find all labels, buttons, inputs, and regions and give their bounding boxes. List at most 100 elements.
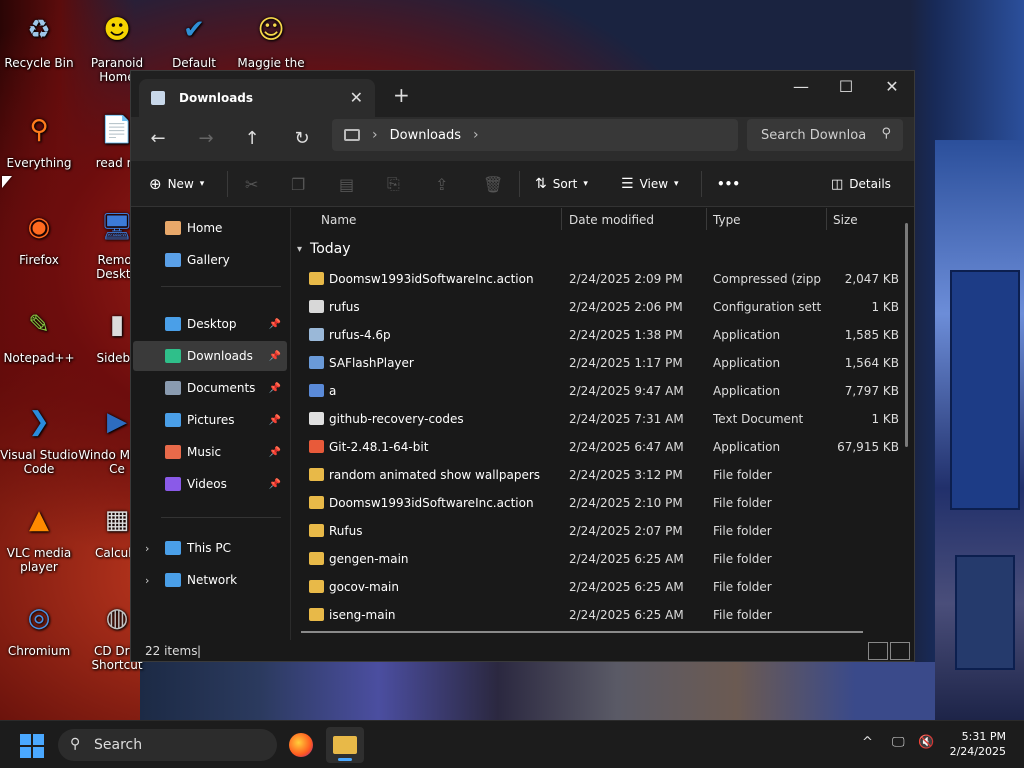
tab-close-icon[interactable]: ✕ [350,88,363,107]
file-row[interactable]: Doomsw1993idSoftwareInc.action 2/24/2025 … [299,265,903,293]
vertical-scrollbar[interactable] [905,223,908,447]
column-divider[interactable] [561,208,562,230]
file-date: 2/24/2025 7:31 AM [569,412,684,426]
desktop-icon[interactable]: ♻ Recycle Bin [0,8,78,70]
refresh-button[interactable]: ↻ [287,125,317,153]
wallpaper-tardis [950,270,1020,510]
clock-time: 5:31 PM [961,730,1006,743]
details-view-button[interactable] [868,642,888,660]
file-row[interactable]: github-recovery-codes 2/24/2025 7:31 AM Te… [299,405,903,433]
nav-item[interactable]: Gallery [133,245,287,275]
file-row[interactable]: SAFlashPlayer 2/24/2025 1:17 PM Applicatio… [299,349,903,377]
group-header-today[interactable]: ▾ Today [297,241,351,257]
tab-title: Downloads [179,91,254,105]
chevron-right-icon[interactable]: › [372,127,378,143]
large-icons-view-button[interactable] [890,642,910,660]
cut-button[interactable]: ✂ [245,173,258,195]
nav-item[interactable]: Pictures 📌 [133,405,287,435]
folder-icon [165,221,181,235]
desktop-icon-label: Recycle Bin [4,56,74,70]
desktop-icon[interactable]: ◎ Chromium [0,596,78,658]
file-row[interactable]: Git-2.48.1-64-bit 2/24/2025 6:47 AM Applic… [299,433,903,461]
file-row[interactable]: a 2/24/2025 9:47 AM Application 7,797 KB [299,377,903,405]
forward-button[interactable]: → [191,125,221,153]
file-row[interactable]: iseng-main 2/24/2025 6:25 AM File folder [299,601,903,629]
file-type: Configuration sett... [713,300,821,314]
nav-item[interactable]: Desktop 📌 [133,309,287,339]
desktop-icon[interactable]: ▲ VLC media player [0,498,78,574]
sort-button[interactable]: ⇅ Sort ▾ [535,173,588,195]
search-input[interactable]: Search Downloa ⚲ [747,119,903,151]
file-row[interactable]: gocov-main 2/24/2025 6:25 AM File folder [299,573,903,601]
share-button[interactable]: ⇪ [435,173,448,195]
expand-chevron-icon[interactable]: › [145,542,149,555]
file-size: 1,585 KB [844,328,899,342]
desktop-icon[interactable]: ✔ Default [155,8,233,70]
app-icon: ✎ [28,310,50,340]
folder-icon [309,608,324,621]
nav-item[interactable]: Videos 📌 [133,469,287,499]
this-pc-icon[interactable] [344,129,360,141]
start-button[interactable] [20,734,44,758]
column-divider[interactable] [826,208,827,230]
folder-icon [165,349,181,363]
clock-date: 2/24/2025 [949,745,1006,758]
nav-item[interactable]: Documents 📌 [133,373,287,403]
file-type: Compressed (zipp... [713,272,821,286]
app-icon: ◎ [27,603,51,633]
file-row[interactable]: rufus-4.6p 2/24/2025 1:38 PM Application 1,… [299,321,903,349]
breadcrumb-downloads[interactable]: Downloads [390,128,461,143]
paste-button[interactable]: ▤ [339,173,354,195]
desktop-icon[interactable]: ⚲ Everything [0,108,78,170]
show-hidden-icons-button[interactable]: ^ [862,735,873,750]
copy-button[interactable]: ❐ [291,173,305,195]
nav-item-label: Desktop [187,317,237,331]
nav-item[interactable]: Music 📌 [133,437,287,467]
file-row[interactable]: random animated show wallpapers 2/24/2025… [299,461,903,489]
expand-chevron-icon[interactable]: › [145,574,149,587]
chevron-right-icon[interactable]: › [473,127,479,143]
breadcrumb[interactable]: › Downloads › [332,119,738,151]
column-divider[interactable] [706,208,707,230]
nav-item[interactable]: › Network [133,565,287,595]
new-button[interactable]: ⊕ New ▾ [149,173,204,195]
view-button[interactable]: ☰ View ▾ [621,173,679,195]
details-pane-button[interactable]: ◫ Details [831,173,891,195]
navigation-pane: Home Gallery Desktop 📌 Downloads 📌 Documents 📌 P… [131,208,291,640]
up-button[interactable]: ↑ [237,125,267,153]
column-size[interactable]: Size [833,213,858,227]
delete-button[interactable]: 🗑 [483,173,503,195]
windows-logo-icon [20,747,31,758]
taskbar-file-explorer[interactable] [326,727,364,763]
desktop-icon[interactable]: ◉ Firefox [0,205,78,267]
file-row[interactable]: rufus 2/24/2025 2:06 PM Configuration sett… [299,293,903,321]
column-date-modified[interactable]: Date modified [569,213,654,227]
minimize-button[interactable]: — [778,77,824,96]
clock[interactable]: 5:31 PM 2/24/2025 [950,729,1006,759]
desktop-icon-label: VLC media player [6,546,72,574]
nav-item[interactable]: › This PC [133,533,287,563]
nav-item[interactable]: Downloads 📌 [133,341,287,371]
rename-button[interactable]: ⎘ [387,173,400,195]
file-row[interactable]: gengen-main 2/24/2025 6:25 AM File folder [299,545,903,573]
desktop-icon[interactable]: ❯ Visual Studio Code [0,400,78,476]
desktop-icon[interactable]: ☺ Maggie the [232,8,310,70]
back-button[interactable]: ← [143,125,173,153]
volume-muted-icon[interactable]: 🔇 [918,735,934,750]
maximize-button[interactable]: ☐ [823,77,869,96]
network-icon[interactable]: 🖵 [892,735,905,750]
taskbar-search[interactable]: ⚲ Search [58,729,277,761]
horizontal-scrollbar[interactable] [301,631,863,633]
column-type[interactable]: Type [713,213,741,227]
file-name: iseng-main [329,608,396,622]
file-row[interactable]: Doomsw1993idSoftwareInc.action 2/24/2025 … [299,489,903,517]
file-row[interactable]: Rufus 2/24/2025 2:07 PM File folder [299,517,903,545]
more-options-button[interactable]: ••• [717,173,740,195]
tab-downloads[interactable]: Downloads ✕ [139,79,375,117]
taskbar-firefox[interactable] [282,727,320,763]
close-button[interactable]: ✕ [869,77,914,96]
new-tab-button[interactable]: + [393,83,410,107]
desktop-icon[interactable]: ✎ Notepad++ [0,303,78,365]
nav-item[interactable]: Home [133,213,287,243]
column-name[interactable]: Name [321,213,356,227]
